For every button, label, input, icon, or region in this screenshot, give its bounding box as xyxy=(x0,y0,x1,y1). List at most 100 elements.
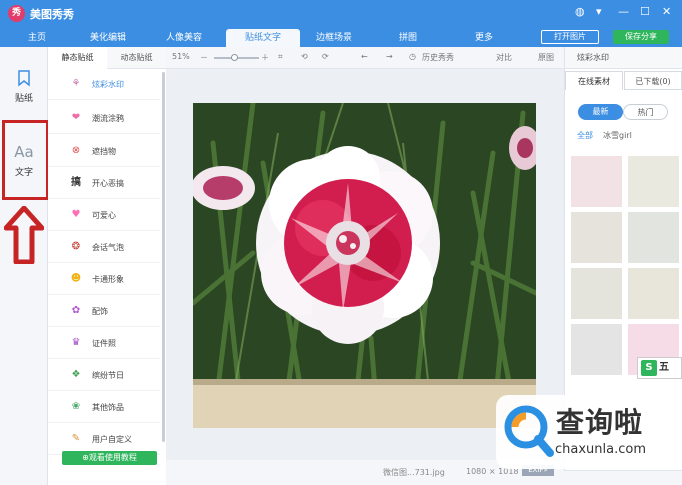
list-item-label: 可爱心 xyxy=(92,211,116,220)
menu-icon[interactable]: ▾ xyxy=(596,5,602,18)
bookmark-icon xyxy=(18,70,30,87)
speech-bubble-icon: ❂ xyxy=(71,241,81,252)
category-scrollbar[interactable] xyxy=(162,72,165,442)
list-item[interactable]: 搞 开心恶搞 xyxy=(48,168,160,199)
watermark-title: 查询啦 xyxy=(556,406,644,439)
list-item-label: 炫彩水印 xyxy=(92,80,124,89)
list-item-label: 证件照 xyxy=(92,339,116,348)
arrow-annotation-icon xyxy=(4,206,44,264)
tab-frame-scene[interactable]: 边框场景 xyxy=(306,29,362,47)
zoom-out-icon[interactable]: － xyxy=(200,52,208,63)
history-icon[interactable]: ◷ xyxy=(409,52,416,61)
material-thumbnail[interactable] xyxy=(628,268,679,319)
carnation-flower-image xyxy=(193,103,536,428)
rotate-left-icon[interactable]: ⟲ xyxy=(301,52,308,61)
filter-hot-button[interactable]: 热门 xyxy=(623,104,668,120)
list-item-label: 开心恶搞 xyxy=(92,179,124,188)
list-item-label: 缤纷节日 xyxy=(92,371,124,380)
rotate-right-icon[interactable]: ⟳ xyxy=(322,52,329,61)
compare-label[interactable]: 对比 xyxy=(496,52,512,63)
file-name: 微信图...731.jpg xyxy=(383,468,445,477)
filter-all[interactable]: 全部 xyxy=(577,130,593,141)
maximize-button[interactable]: ☐ xyxy=(640,5,650,18)
panel-footer xyxy=(564,470,682,485)
block-icon: ⊗ xyxy=(71,145,81,156)
list-item[interactable]: ❂ 会话气泡 xyxy=(48,232,160,263)
list-item[interactable]: ❀ 其他饰品 xyxy=(48,392,160,423)
list-item[interactable]: ⚘ 炫彩水印 xyxy=(48,69,160,100)
watermark-icon: ⚘ xyxy=(71,78,81,89)
tab-static-stickers[interactable]: 静态贴纸 xyxy=(48,47,107,69)
badge-text: 五 xyxy=(659,362,669,373)
list-item[interactable]: ❤ 潮流涂鸦 xyxy=(48,103,160,134)
tab-portrait[interactable]: 人像美容 xyxy=(156,29,212,47)
s-logo-icon: S xyxy=(641,360,657,376)
main-tab-bar: 主页 美化编辑 人像美容 贴纸文字 边框场景 拼图 更多 打开图片 保存分享 xyxy=(0,27,682,47)
sticker-category-list: ⚘ 炫彩水印 ❤ 潮流涂鸦 ⊗ 遮挡物 搞开心恶搞 ♥ 可爱心 ❂ 会话气泡 ☻ 卡通形象 … xyxy=(48,69,166,485)
tab-dynamic-stickers[interactable]: 动态贴纸 xyxy=(107,47,166,69)
tab-home[interactable]: 主页 xyxy=(12,29,62,47)
sidebar-item-label: 贴纸 xyxy=(14,94,33,104)
tab-online-material[interactable]: 在线素材 xyxy=(565,71,623,90)
zoom-in-icon[interactable]: ＋ xyxy=(261,52,269,63)
chat-icon[interactable]: ◍ xyxy=(575,5,585,18)
app-logo: 秀 xyxy=(8,5,25,22)
photo-preview[interactable] xyxy=(193,103,536,428)
close-button[interactable]: ✕ xyxy=(662,5,671,18)
list-item-label: 遮挡物 xyxy=(92,147,116,156)
search-q-icon xyxy=(504,405,554,457)
list-item[interactable]: ⊗ 遮挡物 xyxy=(48,136,160,167)
zoom-slider-handle[interactable] xyxy=(231,54,238,61)
sidebar-item-sticker[interactable]: 贴纸 xyxy=(0,69,48,104)
material-thumbnail[interactable] xyxy=(571,156,622,207)
tab-sticker-text[interactable]: 贴纸文字 xyxy=(226,29,300,47)
highlight-annotation xyxy=(2,120,49,200)
watermark-url: chaxunla.com xyxy=(555,442,646,457)
material-thumbnail[interactable] xyxy=(571,268,622,319)
list-item-label: 其他饰品 xyxy=(92,403,124,412)
cartoon-icon: ☻ xyxy=(70,273,82,284)
love-icon: ♥ xyxy=(71,209,81,220)
zoom-level: 51% xyxy=(172,52,190,61)
material-thumbnail[interactable] xyxy=(571,324,622,375)
list-item[interactable]: ☻ 卡通形象 xyxy=(48,264,160,295)
list-item-label: 潮流涂鸦 xyxy=(92,114,124,123)
heart-icon: ❤ xyxy=(71,112,81,123)
title-bar: 秀 美图秀秀 ◍ ▾ — ☐ ✕ xyxy=(0,0,682,27)
id-photo-icon: ♛ xyxy=(71,337,81,348)
material-thumbnail[interactable] xyxy=(571,212,622,263)
tab-collage[interactable]: 拼图 xyxy=(380,29,436,47)
list-item-label: 用户自定义 xyxy=(92,435,132,444)
history-label[interactable]: 历史秀秀 xyxy=(422,52,454,63)
list-item-label: 卡通形象 xyxy=(92,275,124,284)
open-image-button[interactable]: 打开图片 xyxy=(541,30,599,44)
list-item-label: 会话气泡 xyxy=(92,243,124,252)
minimize-button[interactable]: — xyxy=(618,5,629,18)
material-thumbnail[interactable] xyxy=(628,156,679,207)
list-item-label: 配饰 xyxy=(92,307,108,316)
undo-icon[interactable]: ← xyxy=(361,52,368,61)
redo-icon[interactable]: → xyxy=(386,52,393,61)
tab-beautify[interactable]: 美化编辑 xyxy=(80,29,136,47)
save-share-button[interactable]: 保存分享 xyxy=(613,30,669,44)
filter-newest-button[interactable]: 最新 xyxy=(578,104,623,120)
original-label[interactable]: 原图 xyxy=(538,52,554,63)
tab-more[interactable]: 更多 xyxy=(456,29,512,47)
list-item[interactable]: ♛ 证件照 xyxy=(48,328,160,359)
accessory-icon: ✿ xyxy=(71,305,81,316)
badge: S五 xyxy=(637,357,682,379)
ornament-icon: ❀ xyxy=(71,401,81,412)
list-item[interactable]: ♥ 可爱心 xyxy=(48,200,160,231)
custom-icon: ✎ xyxy=(71,433,81,444)
list-item[interactable]: ✿ 配饰 xyxy=(48,296,160,327)
watch-tutorial-button[interactable]: ⊕观看使用教程 xyxy=(62,451,157,465)
site-watermark: 查询啦 chaxunla.com xyxy=(496,395,682,469)
filter-ice-girl[interactable]: 冰雪girl xyxy=(603,130,632,141)
panel-title: 炫彩水印 xyxy=(565,47,682,69)
festival-icon: ❖ xyxy=(71,369,81,380)
list-item[interactable]: ❖ 缤纷节日 xyxy=(48,360,160,391)
app-title: 美图秀秀 xyxy=(30,8,74,21)
crop-icon[interactable]: ⌗ xyxy=(278,52,283,62)
tab-downloaded[interactable]: 已下载(0) xyxy=(624,71,682,90)
material-thumbnail[interactable] xyxy=(628,212,679,263)
